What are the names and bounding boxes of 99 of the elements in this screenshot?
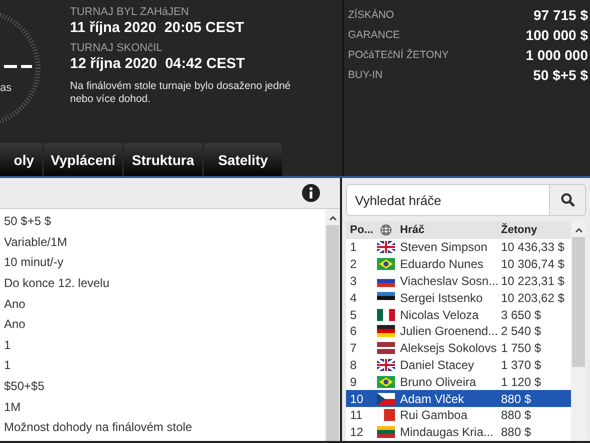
position-cell-text: 8	[349, 358, 358, 372]
detail-value: Ano	[4, 316, 26, 334]
start-label: TURNAJ BYL ZAHáJEN	[70, 6, 190, 18]
deal-note: Na finálovém stole turnaje bylo dosaženo jedné nebo více dohod.	[70, 80, 292, 106]
flag-icon	[377, 376, 395, 388]
chips-cell-text: 10 306,74 $	[501, 257, 566, 272]
flag-icon	[377, 358, 395, 371]
player-name: Viacheslav Sosn...	[400, 274, 500, 288]
chips-cell-text: 1 120 $	[501, 374, 542, 389]
player-row[interactable]: 5 Nicolas Veloza 3 650 $	[346, 306, 571, 323]
flag-icon	[377, 342, 395, 354]
player-row[interactable]: 4 Sergei Istsenko 10 203,62 $	[346, 289, 571, 306]
player-row[interactable]: 3 Viacheslav Sosn... 10 223,31 $	[346, 272, 571, 290]
position-cell-text: 2	[349, 257, 358, 272]
summary-value: 1 000 000	[526, 46, 588, 62]
chips-cell-text: 1 370 $	[501, 358, 542, 372]
chips-cell-text: 880 $	[501, 392, 532, 406]
chips-cell-text: 2 540 $	[501, 324, 542, 338]
position-cell-text: 12	[349, 425, 364, 440]
player-name: Nicolas Veloza	[400, 308, 480, 322]
position-cell-text: 5	[349, 308, 358, 322]
scroll-up-icon[interactable]	[574, 227, 582, 233]
position-cell-text: 7	[349, 341, 358, 356]
flag-icon	[377, 258, 395, 270]
player-name: Adam Vlček	[400, 392, 466, 406]
player-name: Rui Gamboa	[400, 408, 468, 422]
flag-icon	[377, 392, 395, 405]
summary-value: 97 715 $	[534, 6, 588, 22]
flag-icon	[377, 308, 395, 321]
summary-label: POčáTEčNÍ ŽETONY	[348, 48, 449, 60]
chips-cell-text: 10 223,31 $	[501, 274, 566, 288]
clock-label: as	[0, 82, 12, 94]
player-row[interactable]: 1 Steven Simpson 10 436,33 $	[346, 239, 571, 256]
player-row[interactable]: 6 Julien Groenend... 2 540 $	[346, 322, 571, 340]
summary-value: 50 $+5 $	[533, 66, 588, 82]
chips-cell-text: 3 650 $	[501, 308, 542, 322]
position-cell-text: 10	[349, 392, 364, 406]
player-name: Julien Groenend...	[400, 324, 500, 338]
flag-icon	[377, 241, 395, 254]
end-date: 12 října 2020 04:42 CEST	[70, 56, 246, 72]
player-name: Sergei Istsenko	[400, 290, 484, 305]
player-name: Steven Simpson	[400, 240, 488, 254]
detail-value: 1	[4, 336, 12, 354]
search-field[interactable]: Vyhledat hráče	[346, 184, 586, 216]
player-row[interactable]: 2 Eduardo Nunes 10 306,74 $	[346, 256, 571, 273]
player-row[interactable]: 12 Mindaugas Kria... 880 $	[346, 424, 571, 441]
player-row[interactable]: 11 Rui Gamboa 880 $	[346, 406, 571, 424]
summary-label: GARANCE	[348, 28, 400, 40]
search-button[interactable]	[549, 185, 585, 215]
tab[interactable]: Vyplácení	[44, 143, 122, 176]
detail-value: 50 $+5 $	[4, 213, 52, 230]
position-cell-text: 1	[349, 240, 358, 254]
scroll-up-icon[interactable]	[328, 215, 336, 221]
chips-cell-text: 880 $	[501, 425, 532, 440]
summary-value: 100 000 $	[526, 26, 588, 42]
position-cell-text: 4	[349, 290, 358, 305]
player-name: Bruno Oliveira	[400, 374, 478, 389]
flag-icon	[377, 426, 395, 438]
summary-label: BUY-IN	[348, 68, 383, 80]
player-row[interactable]: 9 Bruno Oliveira 1 120 $	[346, 373, 571, 390]
info-icon[interactable]	[302, 184, 320, 202]
player-row[interactable]: 10 Adam Vlček 880 $	[346, 390, 571, 407]
column-header[interactable]: Žetony	[501, 224, 571, 236]
chips-cell-text: 1 750 $	[501, 341, 542, 356]
search-icon	[560, 193, 574, 207]
chips-cell-text: 10 203,62 $	[501, 290, 566, 305]
column-header[interactable]: Hráč	[400, 224, 501, 236]
chips-cell-text: 10 436,33 $	[501, 240, 566, 254]
column-header[interactable]: Po...	[346, 224, 372, 236]
summary-label: ZÍSKÁNO	[348, 8, 394, 20]
detail-value: 10 minut/-y	[4, 254, 64, 272]
detail-value: 1M	[4, 398, 22, 416]
player-row[interactable]: 7 Aleksejs Sokolovs 1 750 $	[346, 340, 571, 357]
end-label: TURNAJ SKONčIL	[70, 42, 164, 54]
scrollbar-thumb[interactable]	[572, 237, 585, 367]
tab[interactable]: oly	[0, 143, 42, 176]
detail-value: Variable/1M	[4, 234, 68, 251]
position-cell-text: 11	[349, 408, 364, 422]
detail-value: Ano	[4, 296, 26, 313]
detail-value: 1	[4, 357, 12, 374]
flag-icon	[377, 325, 395, 338]
globe-icon[interactable]	[380, 224, 392, 236]
tab[interactable]: Struktura	[124, 143, 202, 176]
player-name: Mindaugas Kria...	[400, 425, 494, 440]
position-cell-text: 9	[349, 374, 358, 389]
detail-value: $50+$5	[4, 378, 46, 396]
start-date: 11 října 2020 20:05 CEST	[70, 20, 246, 36]
detail-value: Do konce 12. levelu	[4, 275, 110, 292]
tab[interactable]: Satelity	[204, 143, 282, 176]
player-row[interactable]: 8 Daniel Stacey 1 370 $	[346, 356, 571, 374]
player-name: Eduardo Nunes	[400, 257, 484, 272]
player-name: Aleksejs Sokolovs	[400, 341, 498, 356]
player-name: Daniel Stacey	[400, 358, 476, 372]
chips-cell-text: 880 $	[501, 408, 532, 422]
position-cell-text: 6	[349, 324, 358, 338]
detail-value: Možnost dohody na finálovém stole	[4, 419, 194, 436]
flag-icon	[377, 409, 395, 422]
position-cell-text: 3	[349, 274, 358, 288]
scrollbar-thumb[interactable]	[326, 225, 339, 441]
